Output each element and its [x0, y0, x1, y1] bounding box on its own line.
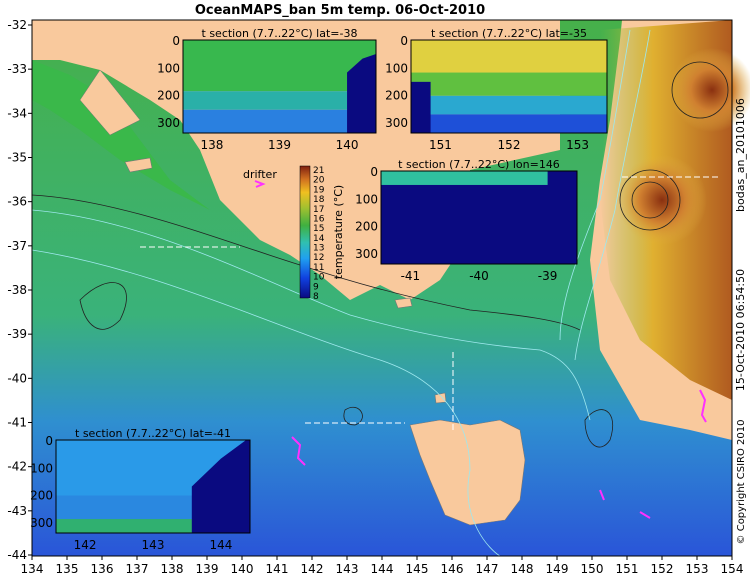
inset-title: t section (7.7..22°C) lon=146 [398, 158, 560, 171]
colorbar-tick-label: 12 [313, 253, 324, 263]
section-inset-lat41: t section (7.7..22°C) lat=-41 0 100 200 300 1… [30, 427, 251, 552]
inset-y-tick: 200 [30, 489, 53, 503]
inset-x-tick: 139 [268, 138, 291, 152]
lat-tick-label: -43 [7, 504, 27, 518]
section-inset-lat35: t section (7.7..22°C) lat=-35 0 100 200 300 1… [385, 27, 608, 152]
colorbar-tick-label: 17 [313, 205, 324, 215]
colorbar-tick-label: 18 [313, 195, 325, 205]
lon-tick-label: 151 [616, 562, 639, 576]
inset-y-tick: 0 [172, 34, 180, 48]
colorbar-tick-label: 8 [313, 292, 319, 302]
lon-tick-label: 137 [126, 562, 149, 576]
colorbar-tick-label: 14 [313, 234, 325, 244]
inset-x-tick: -41 [401, 269, 421, 283]
lat-tick-label: -34 [7, 106, 27, 120]
ocean-temperature-map: drifter OceanMAPS_ban 5m temp. 06-Oct-20… [7, 3, 750, 576]
colorbar-tick-label: 10 [313, 273, 325, 283]
lon-tick-label: 154 [721, 562, 744, 576]
lat-tick-label: -36 [7, 195, 27, 209]
inset-x-tick: 144 [209, 538, 232, 552]
inset-y-tick: 100 [30, 461, 53, 475]
inset-x-tick: 142 [74, 538, 97, 552]
lon-tick-label: 134 [21, 562, 44, 576]
lat-tick-label: -41 [7, 416, 27, 430]
latitude-ticks: -32 -33 -34 -35 -36 -37 -38 -39 -40 -41 -42 -43 -44 [7, 18, 32, 562]
inset-y-tick: 300 [157, 116, 180, 130]
section-inset-lon146: t section (7.7..22°C) lon=146 0 100 200 300 -… [355, 158, 578, 283]
lon-tick-label: 141 [266, 562, 289, 576]
colorbar [299, 165, 311, 299]
lon-tick-label: 150 [581, 562, 604, 576]
inset-y-tick: 0 [45, 434, 53, 448]
warm-eddy [617, 155, 707, 245]
drifter-label: drifter [243, 168, 277, 181]
inset-x-tick: 151 [429, 138, 452, 152]
lon-tick-label: 146 [441, 562, 464, 576]
lat-tick-label: -33 [7, 62, 27, 76]
lon-tick-label: 153 [686, 562, 709, 576]
analysis-stamp: bodas_an_20101006 [734, 98, 747, 212]
inset-y-tick: 200 [385, 89, 408, 103]
lon-tick-label: 149 [546, 562, 569, 576]
inset-title: t section (7.7..22°C) lat=-35 [431, 27, 587, 40]
lat-tick-label: -32 [7, 18, 27, 32]
king-island [394, 297, 413, 309]
inset-x-tick: 138 [200, 138, 223, 152]
colorbar-tick-label: 15 [313, 224, 324, 234]
lon-tick-label: 136 [91, 562, 114, 576]
lon-tick-label: 139 [196, 562, 219, 576]
colorbar-tick-label: 21 [313, 166, 324, 176]
inset-y-tick: 300 [30, 516, 53, 530]
section-inset-lat38: t section (7.7..22°C) lat=-38 0 100 200 300 1… [157, 27, 377, 152]
colorbar-tick-label: 19 [313, 185, 325, 195]
inset-x-tick: -40 [469, 269, 489, 283]
inset-y-tick: 0 [370, 165, 378, 179]
longitude-ticks: 134 135 136 137 138 139 140 141 142 143 144 145 146 1… [21, 556, 744, 576]
inset-x-tick: 143 [142, 538, 165, 552]
lon-tick-label: 152 [651, 562, 674, 576]
lon-tick-label: 148 [511, 562, 534, 576]
flinders-island [434, 392, 447, 404]
colorbar-ticks: 89101112131415161718192021 [313, 166, 325, 302]
lat-tick-label: -39 [7, 327, 27, 341]
lon-tick-label: 140 [231, 562, 254, 576]
lat-tick-label: -40 [7, 371, 27, 385]
lat-tick-label: -38 [7, 283, 27, 297]
lon-tick-label: 144 [371, 562, 394, 576]
timestamp-stamp: 15-Oct-2010 06:54:50 [734, 269, 747, 391]
inset-y-tick: 200 [157, 89, 180, 103]
inset-title: t section (7.7..22°C) lat=-41 [75, 427, 231, 440]
colorbar-label: temperature (°C) [332, 185, 345, 279]
lon-tick-label: 135 [56, 562, 79, 576]
lat-tick-label: -44 [7, 548, 27, 562]
inset-y-tick: 100 [355, 192, 378, 206]
lon-tick-label: 147 [476, 562, 499, 576]
colorbar-tick-label: 20 [313, 176, 325, 186]
inset-x-tick: 153 [566, 138, 589, 152]
colorbar-tick-label: 9 [313, 282, 319, 292]
colorbar-tick-label: 16 [313, 214, 325, 224]
lon-tick-label: 143 [336, 562, 359, 576]
colorbar-tick-label: 13 [313, 244, 324, 254]
colorbar-tick-label: 11 [313, 263, 324, 273]
inset-y-tick: 100 [157, 61, 180, 75]
lon-tick-label: 142 [301, 562, 324, 576]
inset-title: t section (7.7..22°C) lat=-38 [202, 27, 358, 40]
inset-x-tick: 140 [336, 138, 359, 152]
lon-tick-label: 138 [161, 562, 184, 576]
lat-tick-label: -35 [7, 151, 27, 165]
lat-tick-label: -42 [7, 460, 27, 474]
inset-x-tick: -39 [538, 269, 558, 283]
inset-y-tick: 300 [355, 247, 378, 261]
lat-tick-label: -37 [7, 239, 27, 253]
inset-y-tick: 100 [385, 61, 408, 75]
inset-x-tick: 152 [498, 138, 521, 152]
map-title: OceanMAPS_ban 5m temp. 06-Oct-2010 [195, 3, 485, 18]
inset-y-tick: 200 [355, 220, 378, 234]
lon-tick-label: 145 [406, 562, 429, 576]
copyright: © Copyright CSIRO 2010 [736, 420, 747, 545]
inset-y-tick: 300 [385, 116, 408, 130]
inset-y-tick: 0 [400, 34, 408, 48]
